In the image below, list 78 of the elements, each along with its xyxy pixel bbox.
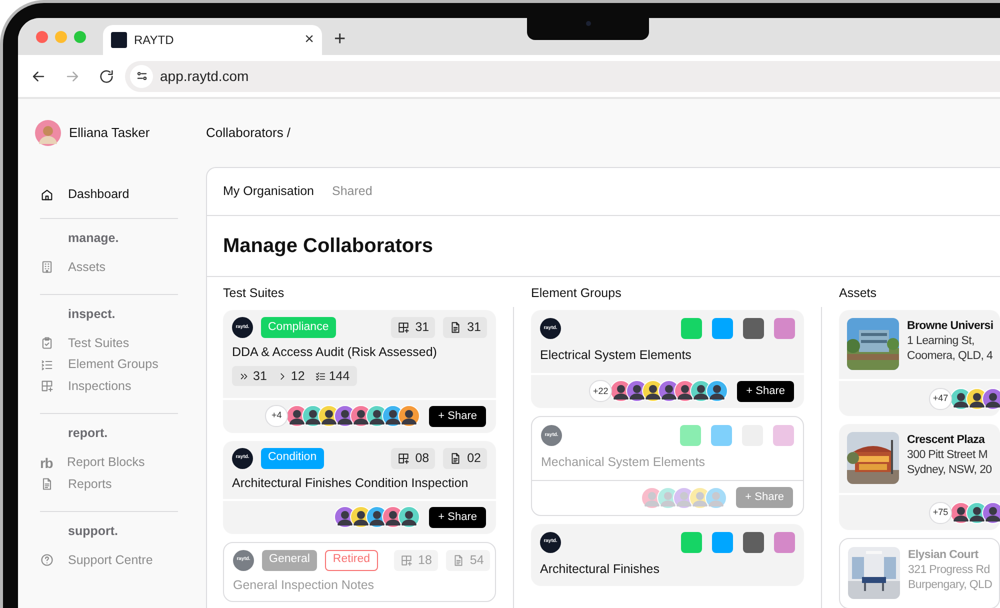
- list-icon: [40, 358, 54, 372]
- address-line: Burpengary, QLD: [908, 578, 992, 593]
- column-heading: Test Suites: [223, 285, 286, 302]
- grid-plus-icon: [397, 321, 410, 334]
- more-count: +22: [589, 380, 612, 402]
- rb-logo: rb: [40, 456, 53, 470]
- tag: Compliance: [261, 317, 336, 338]
- site-settings-icon[interactable]: [130, 64, 153, 88]
- url-text: app.raytd.com: [160, 66, 249, 86]
- stat-badge: 02: [443, 448, 487, 468]
- tag: Retired: [324, 550, 378, 570]
- favicon-icon: [111, 32, 127, 48]
- section-heading: support.: [67, 522, 119, 540]
- address-line: 300 Pitt Street M: [907, 448, 989, 463]
- tab-title: RAYTD: [134, 32, 175, 49]
- sidebar-item[interactable]: Dashboard: [35, 184, 206, 206]
- card-title[interactable]: DDA & Access Audit (Risk Assessed): [232, 344, 487, 360]
- section-heading: report.: [67, 425, 109, 442]
- home-icon: [40, 188, 54, 202]
- address-line: 1 Learning St,: [907, 334, 976, 349]
- stat-badge: 31: [443, 317, 487, 338]
- address-line: 321 Progress Rd: [908, 563, 991, 578]
- address-bar[interactable]: app.raytd.com: [125, 60, 1000, 92]
- more-count: +4: [265, 405, 288, 427]
- tag: Condition: [261, 448, 324, 468]
- card-title[interactable]: Architectural Finishes: [540, 560, 795, 578]
- browser-tab[interactable]: RAYTD ×: [103, 25, 322, 55]
- asset-name: Crescent Plaza: [907, 433, 986, 448]
- sidebar-label: Report Blocks: [67, 454, 145, 472]
- sidebar-label: Support Centre: [68, 552, 153, 569]
- new-tab-button[interactable]: +: [334, 29, 346, 49]
- section-heading: inspect.: [67, 306, 116, 323]
- asset-name: Elysian Court: [908, 548, 980, 563]
- sidebar-label: Dashboard: [68, 186, 130, 204]
- section-heading: manage.: [67, 230, 120, 247]
- share-button[interactable]: + Share: [429, 406, 486, 426]
- address-line: Sydney, NSW, 20: [907, 463, 992, 478]
- help-icon: [40, 553, 54, 568]
- card-title[interactable]: Architectural Finishes Condition Inspection: [232, 474, 487, 490]
- building-icon: [40, 260, 54, 274]
- window-control[interactable]: [74, 31, 86, 43]
- card[interactable]: Crescent Plaza 300 Pitt Street M Sydney, NSW, 20 +75: [839, 424, 1000, 530]
- user-name: Elliana Tasker: [69, 124, 150, 142]
- card-title[interactable]: Electrical System Elements: [540, 346, 795, 365]
- count-badge: 31 12 144: [232, 366, 357, 386]
- checklist-icon: [314, 370, 326, 382]
- document-icon: [40, 477, 54, 491]
- clipboard-check-icon: [40, 336, 54, 350]
- reload-button[interactable]: [98, 68, 115, 84]
- stat-badge: 31: [391, 317, 436, 338]
- stat-badge: 08: [391, 448, 436, 468]
- close-button[interactable]: ×: [304, 32, 314, 48]
- more-count: +47: [929, 388, 952, 410]
- sidebar-label: Test Suites: [68, 334, 130, 352]
- column-heading: Assets: [839, 285, 878, 302]
- camera-icon: [586, 21, 590, 26]
- tab[interactable]: My Organisation: [223, 182, 314, 201]
- more-count: +75: [929, 502, 952, 524]
- column-heading: Element Groups: [531, 285, 622, 302]
- stat-badge: 18: [394, 550, 438, 570]
- user-avatar[interactable]: [35, 120, 61, 146]
- asset-name: Browne Universi: [907, 319, 994, 334]
- share-button[interactable]: + Share: [429, 506, 486, 528]
- card[interactable]: Browne Universi 1 Learning St, Coomera, QLD, 4 +47: [839, 310, 1000, 416]
- grid-plus-icon: [40, 379, 54, 394]
- grid-plus-icon: [400, 554, 413, 566]
- address-line: Coomera, QLD, 4: [907, 349, 994, 364]
- sidebar-label: Reports: [68, 476, 112, 493]
- share-button[interactable]: + Share: [737, 380, 794, 402]
- page-title: Manage Collaborators: [223, 234, 434, 259]
- sidebar-label: Element Groups: [68, 356, 158, 374]
- sidebar-label: Inspections: [68, 378, 132, 395]
- grid-plus-icon: [397, 452, 410, 464]
- window-control[interactable]: [36, 31, 48, 43]
- breadcrumb[interactable]: Collaborators /: [206, 125, 1000, 141]
- stat-badge: 54: [446, 550, 490, 570]
- sidebar-label: Assets: [68, 258, 106, 276]
- tag: General: [262, 550, 317, 570]
